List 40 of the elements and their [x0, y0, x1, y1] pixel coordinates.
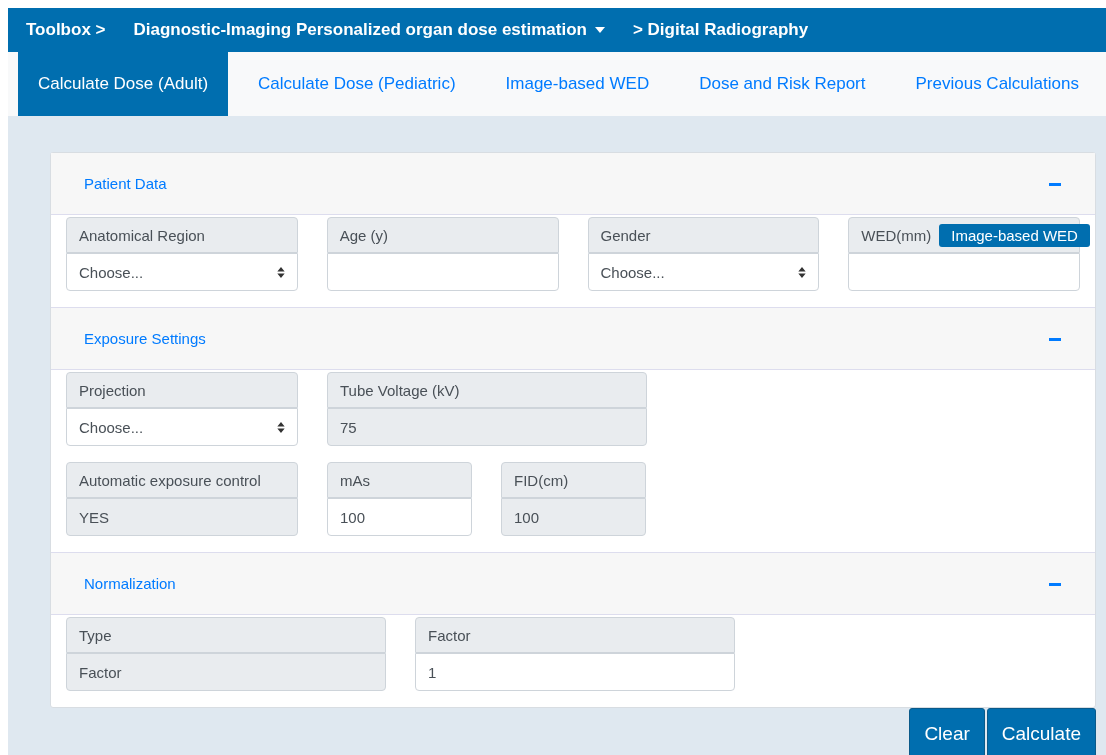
action-button[interactable]: Calculate [986, 708, 1096, 755]
sort-arrows-icon [276, 266, 285, 278]
image-based-wed-button[interactable]: Image-based WED [939, 223, 1090, 247]
select-field[interactable]: Choose... [66, 253, 298, 291]
input-field[interactable] [326, 253, 559, 291]
label-text: Automatic exposure control [79, 471, 261, 489]
readonly-field: 75 [327, 408, 647, 446]
label-text: Factor [428, 626, 471, 644]
readonly-field: Factor [66, 653, 386, 691]
tab[interactable]: Calculate Dose (Adult) [18, 52, 229, 116]
label-text: Anatomical Region [79, 226, 205, 244]
select-field[interactable]: Choose... [66, 408, 298, 446]
label-text: Age (y) [339, 226, 389, 244]
readonly-field: 100 [501, 498, 646, 536]
section-title[interactable]: Normalization [84, 575, 176, 592]
readonly-field: YES [66, 498, 298, 536]
sort-arrows-icon [277, 421, 285, 433]
breadcrumb-link[interactable]: Toolbox > [26, 20, 106, 40]
input-field[interactable]: 1 [415, 653, 735, 691]
tab[interactable]: Previous Calculations [890, 52, 1104, 116]
sort-arrows-icon [798, 266, 807, 278]
label-text: Type [79, 626, 112, 644]
caret-icon [594, 27, 605, 33]
label-text: Projection [79, 381, 146, 399]
input-field[interactable]: 100 [327, 498, 472, 536]
action-button[interactable]: Clear [909, 708, 985, 755]
select-field[interactable]: Choose... [587, 253, 820, 291]
breadcrumb-link[interactable]: > Digital Radiography [632, 20, 809, 40]
section-title[interactable]: Exposure Settings [84, 330, 206, 347]
tab[interactable]: Dose and Risk Report [674, 52, 891, 116]
label-text: FID(cm) [514, 471, 569, 489]
label-text: WED(mm) [861, 226, 932, 244]
label-text: Gender [600, 226, 651, 244]
label-text: mAs [340, 471, 370, 489]
breadcrumb-dropdown[interactable]: Diagnostic-Imaging Personalized organ dose estimation [133, 20, 605, 40]
section-title[interactable]: Patient Data [84, 175, 167, 192]
tab[interactable]: Calculate Dose (Pediatric) [233, 52, 481, 116]
label-text: Tube Voltage (kV) [340, 381, 460, 399]
tab[interactable]: Image-based WED [480, 52, 675, 116]
input-field[interactable] [848, 253, 1080, 291]
